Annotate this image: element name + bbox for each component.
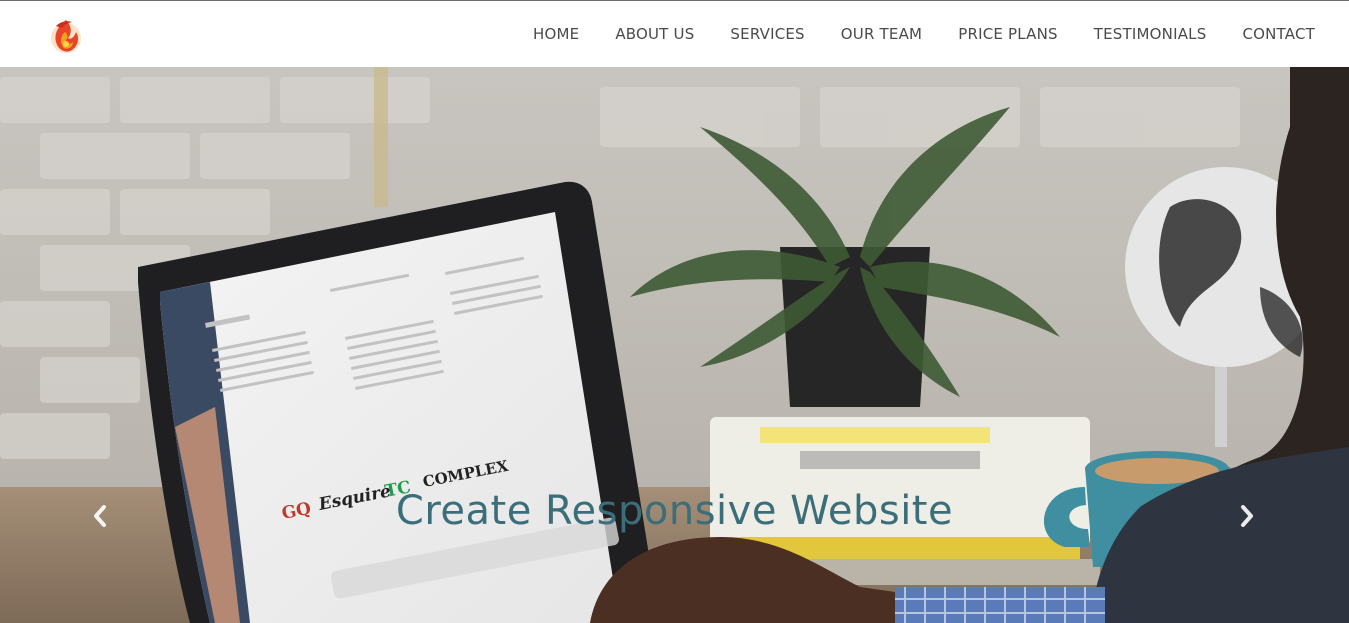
nav-services[interactable]: SERVICES xyxy=(712,25,822,43)
nav-home[interactable]: HOME xyxy=(515,25,597,43)
phoenix-logo-icon[interactable] xyxy=(48,12,84,56)
hero-caption: Create Responsive Website xyxy=(395,488,954,534)
chevron-left-icon xyxy=(94,505,106,527)
nav-about-us[interactable]: ABOUT US xyxy=(597,25,712,43)
hero-background-image: GQ Esquire TC COMPLEX xyxy=(0,67,1349,623)
navbar: HOME ABOUT US SERVICES OUR TEAM PRICE PL… xyxy=(0,1,1349,67)
carousel-next-button[interactable] xyxy=(1235,503,1259,529)
nav-price-plans[interactable]: PRICE PLANS xyxy=(940,25,1076,43)
nav-our-team[interactable]: OUR TEAM xyxy=(823,25,940,43)
carousel-prev-button[interactable] xyxy=(88,503,112,529)
hero-carousel: GQ Esquire TC COMPLEX Create Responsive … xyxy=(0,67,1349,623)
nav-testimonials[interactable]: TESTIMONIALS xyxy=(1076,25,1225,43)
chevron-right-icon xyxy=(1241,505,1253,527)
nav-contact[interactable]: CONTACT xyxy=(1224,25,1333,43)
main-nav: HOME ABOUT US SERVICES OUR TEAM PRICE PL… xyxy=(515,1,1333,67)
